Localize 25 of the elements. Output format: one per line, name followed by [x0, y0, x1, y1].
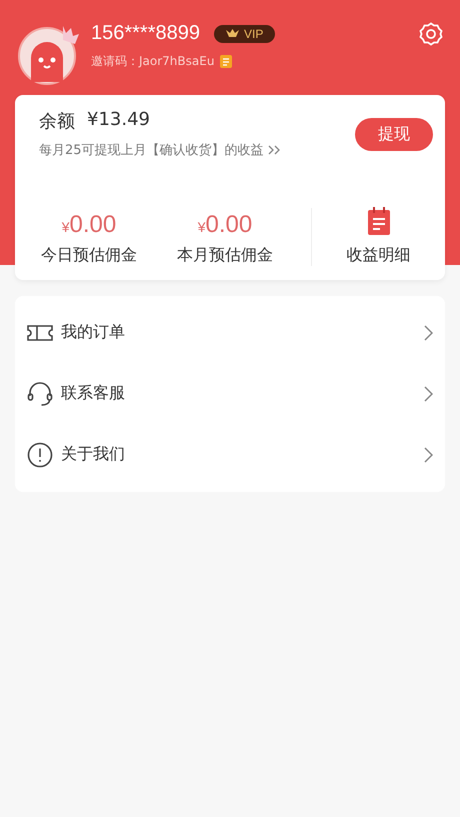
- invite-code: 邀请码：Jaor7hBsaEu: [91, 53, 214, 70]
- balance-amount: ¥13.49: [87, 109, 150, 132]
- withdraw-button[interactable]: 提现: [355, 118, 433, 151]
- withdraw-note: 每月25可提现上月【确认收货】的收益: [39, 142, 264, 159]
- commission-value: ¥0.00: [62, 211, 116, 239]
- copy-icon[interactable]: [220, 55, 232, 68]
- menu-item[interactable]: 联系客服: [61, 383, 416, 404]
- chevron-right-icon[interactable]: [424, 324, 433, 340]
- phone-number: 156****8899: [91, 22, 200, 45]
- menu-item[interactable]: 关于我们: [61, 444, 416, 465]
- balance-label: 余额: [39, 110, 75, 133]
- commission-value: ¥0.00: [198, 211, 252, 239]
- chevron-right-icon[interactable]: [424, 386, 433, 402]
- commission-label: 今日预估佣金: [41, 245, 137, 266]
- notepad-icon[interactable]: [368, 207, 390, 235]
- double-chevron-icon[interactable]: [268, 145, 282, 155]
- headset-icon: [27, 382, 53, 406]
- commission-label: 本月预估佣金: [177, 245, 273, 266]
- settings-icon[interactable]: [419, 22, 443, 46]
- earnings-detail-link[interactable]: 收益明细: [346, 245, 410, 266]
- exclamation-icon: [27, 442, 53, 468]
- vip-badge: VIP: [214, 24, 276, 42]
- chevron-right-icon[interactable]: [424, 446, 433, 462]
- menu-item[interactable]: 我的订单: [61, 322, 416, 343]
- ticket-icon: [27, 324, 53, 340]
